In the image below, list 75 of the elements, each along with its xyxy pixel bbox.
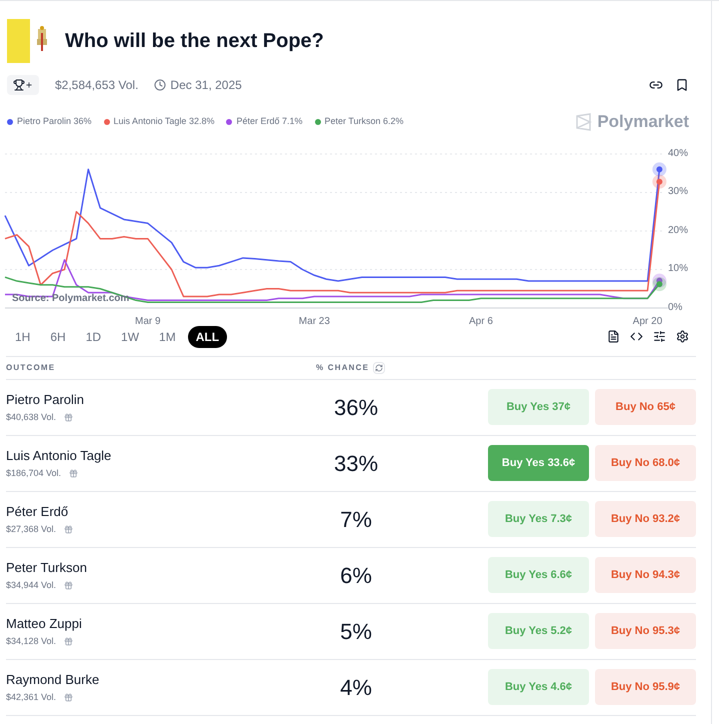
axis-label: Mar 23: [298, 314, 330, 328]
code-icon[interactable]: [630, 330, 643, 343]
outcome-name: Luis Antonio Tagle: [6, 446, 112, 465]
axis-label: Apr 20: [632, 314, 662, 328]
gift-icon: [64, 581, 74, 590]
bookmark-icon[interactable]: [675, 78, 689, 92]
gift-icon: [64, 693, 74, 702]
gift-icon: [64, 637, 74, 646]
range-tab[interactable]: 1M: [151, 326, 184, 348]
outcome-volume: $27,368 Vol.: [6, 523, 56, 536]
buy-no-button[interactable]: Buy No 94.3¢: [595, 557, 696, 593]
buy-yes-button[interactable]: Buy Yes 7.3¢: [488, 501, 589, 537]
chance-value: 33%: [332, 450, 380, 478]
plus-icon: [25, 81, 33, 89]
buy-yes-button[interactable]: Buy Yes 5.2¢: [488, 613, 589, 649]
column-header: OUTCOME: [6, 362, 56, 374]
buy-no-button[interactable]: Buy No 65¢: [595, 389, 696, 425]
settings-icon[interactable]: [676, 330, 689, 343]
outcome-name: Matteo Zuppi: [6, 614, 83, 633]
chance-value: 5%: [339, 618, 373, 646]
axis-label: 30%: [668, 186, 688, 198]
axis-label: Apr 6: [468, 314, 493, 328]
buy-no-button[interactable]: Buy No 95.3¢: [595, 613, 696, 649]
end-date: Dec 31, 2025: [170, 77, 242, 94]
buy-yes-button[interactable]: Buy Yes 37¢: [488, 389, 589, 425]
buy-yes-button[interactable]: Buy Yes 33.6¢: [488, 445, 589, 481]
buy-no-button[interactable]: Buy No 93.2¢: [595, 501, 696, 537]
refresh-icon[interactable]: [375, 364, 384, 372]
legend-label: Peter Turkson 6.2%: [324, 115, 404, 128]
end-dot: [652, 276, 666, 291]
chance-value: 6%: [339, 562, 373, 590]
axis-label: 20%: [668, 224, 688, 236]
end-dot: [652, 174, 666, 188]
axis-label: Mar 9: [135, 314, 161, 328]
buy-no-button[interactable]: Buy No 95.9¢: [595, 669, 696, 705]
document-icon[interactable]: [607, 330, 620, 343]
outcome-volume: $40,638 Vol.: [6, 411, 56, 424]
range-tab[interactable]: ALL: [188, 326, 228, 348]
logo-icon: [575, 112, 594, 131]
end-dot: [652, 162, 666, 176]
outcome-volume: $42,361 Vol.: [6, 691, 56, 704]
outcome-volume: $34,128 Vol.: [6, 635, 56, 648]
column-header: % CHANCE: [316, 362, 370, 374]
axis-label: 40%: [668, 148, 688, 160]
buy-yes-button[interactable]: Buy Yes 4.6¢: [488, 669, 589, 705]
clock-icon: [154, 79, 166, 91]
outcome-volume: $186,704 Vol.: [6, 467, 62, 480]
outcome-volume: $34,944 Vol.: [6, 579, 56, 592]
range-tab[interactable]: 1W: [113, 326, 148, 348]
award-button[interactable]: [7, 75, 39, 95]
legend-label: Péter Erdő 7.1%: [236, 115, 303, 128]
chance-value: 4%: [339, 674, 373, 702]
trophy-icon: [13, 79, 25, 91]
brand-name: Polymarket: [597, 111, 689, 133]
volume-text: $2,584,653 Vol.: [55, 77, 138, 94]
gift-icon: [64, 413, 74, 422]
range-tab[interactable]: 1H: [7, 326, 38, 348]
gift-icon: [69, 469, 78, 478]
chance-value: 7%: [339, 506, 373, 534]
outcome-name: Raymond Burke: [6, 670, 100, 689]
axis-label: 0%: [668, 302, 682, 314]
chance-value: 36%: [332, 394, 380, 422]
legend-label: Luis Antonio Tagle 32.8%: [114, 115, 214, 128]
gift-icon: [64, 525, 74, 534]
outcome-name: Pietro Parolin: [6, 390, 86, 408]
range-tab[interactable]: 1D: [78, 326, 110, 348]
axis-label: 10%: [668, 263, 688, 275]
outcome-name: Peter Turkson: [6, 558, 88, 576]
legend-label: Pietro Parolin 36%: [17, 115, 92, 128]
range-tab[interactable]: 6H: [42, 326, 74, 348]
sliders-icon[interactable]: [653, 330, 666, 343]
page-title: Who will be the next Pope?: [65, 29, 324, 54]
buy-no-button[interactable]: Buy No 68.0¢: [595, 445, 696, 481]
outcome-name: Péter Erdő: [6, 502, 70, 520]
buy-yes-button[interactable]: Buy Yes 6.6¢: [488, 557, 589, 593]
